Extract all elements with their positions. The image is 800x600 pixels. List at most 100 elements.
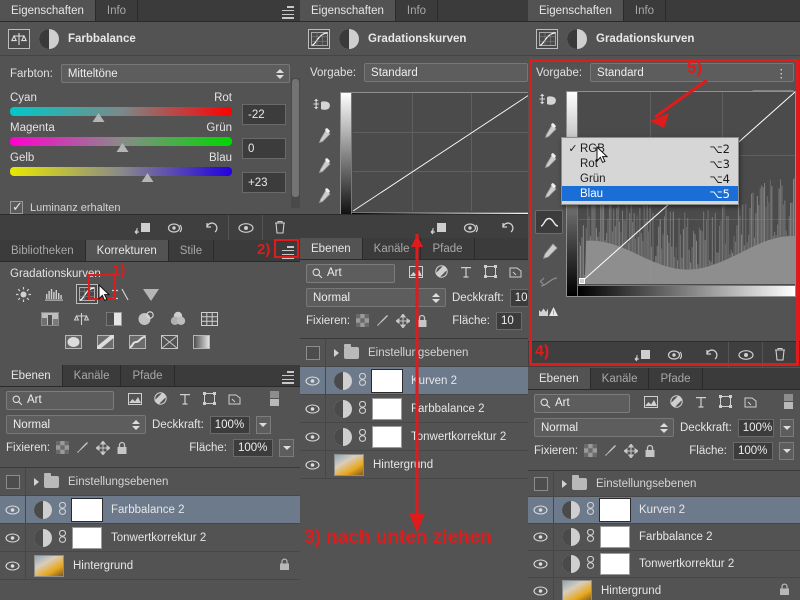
lock-paint-icon[interactable] bbox=[75, 441, 90, 454]
table-row[interactable]: Farbbalance 2 bbox=[0, 496, 300, 524]
fill-value[interactable]: 100% bbox=[233, 438, 273, 457]
channel-mixer-icon[interactable] bbox=[168, 310, 187, 327]
lock-paint-icon[interactable] bbox=[375, 314, 390, 327]
lock-transparency-icon[interactable] bbox=[584, 444, 598, 457]
clip-to-layer-icon[interactable] bbox=[126, 215, 160, 241]
preset-select[interactable]: Standard bbox=[364, 63, 528, 82]
white-point-eyedropper-icon[interactable] bbox=[535, 180, 563, 204]
cyan-red-value[interactable]: -22 bbox=[242, 104, 286, 125]
adjustment-thumb-icon[interactable] bbox=[34, 500, 52, 519]
lock-position-icon[interactable] bbox=[624, 443, 639, 458]
layer-group-row[interactable]: Einstellungsebenen bbox=[0, 468, 300, 496]
tab-kanaele[interactable]: Kanäle bbox=[591, 368, 650, 389]
toggle-visibility-icon[interactable] bbox=[728, 341, 762, 368]
adjustment-thumb-icon[interactable] bbox=[334, 399, 352, 418]
gradient-map-icon[interactable] bbox=[160, 333, 179, 350]
table-row[interactable]: Farbbalance 2 bbox=[300, 395, 528, 423]
brightness-contrast-icon[interactable] bbox=[14, 286, 33, 303]
layer-mask-thumbnail[interactable] bbox=[371, 368, 403, 393]
tab-info[interactable]: Info bbox=[96, 0, 139, 21]
blend-mode-select[interactable]: Normal bbox=[534, 418, 674, 437]
eye-icon[interactable] bbox=[300, 367, 326, 394]
threshold-icon[interactable] bbox=[128, 333, 147, 350]
menu-item-blau[interactable]: Blau ⌥5 bbox=[562, 186, 738, 201]
lock-transparency-icon[interactable] bbox=[56, 441, 70, 454]
link-icon[interactable] bbox=[58, 501, 67, 518]
tab-kanaele[interactable]: Kanäle bbox=[63, 365, 122, 386]
cyan-red-slider[interactable] bbox=[10, 107, 232, 122]
black-point-eyedropper-icon[interactable] bbox=[535, 120, 563, 144]
vibrance-icon[interactable] bbox=[141, 286, 160, 303]
eye-icon[interactable] bbox=[0, 552, 26, 579]
layer-group-row[interactable]: Einstellungsebenen bbox=[300, 339, 528, 367]
tab-eigenschaften[interactable]: Eigenschaften bbox=[528, 0, 624, 21]
menu-item-rot[interactable]: Rot ⌥3 bbox=[562, 156, 738, 171]
smartobject-filter-icon[interactable] bbox=[509, 265, 522, 281]
curve-anchor-point[interactable] bbox=[579, 278, 585, 284]
reset-icon[interactable] bbox=[694, 342, 728, 368]
white-point-eyedropper-icon[interactable] bbox=[309, 185, 337, 209]
adjustment-thumb-icon[interactable] bbox=[334, 371, 352, 390]
layer-mask-thumbnail[interactable] bbox=[71, 497, 103, 522]
posterize-icon[interactable] bbox=[96, 333, 115, 350]
eye-icon[interactable] bbox=[300, 423, 326, 450]
chevron-right-icon[interactable] bbox=[562, 479, 567, 488]
layer-mask-thumbnail[interactable] bbox=[600, 553, 630, 575]
on-image-adjust-icon[interactable] bbox=[535, 90, 563, 114]
type-filter-icon[interactable] bbox=[460, 266, 472, 281]
panel-menu-icon[interactable] bbox=[280, 4, 296, 19]
reset-icon[interactable] bbox=[490, 215, 524, 241]
curves-icon[interactable] bbox=[76, 284, 98, 304]
layer-mask-thumbnail[interactable] bbox=[599, 498, 631, 522]
clip-to-layer-icon[interactable] bbox=[626, 342, 660, 368]
black-white-icon[interactable] bbox=[104, 310, 123, 327]
adjustment-thumb-icon[interactable] bbox=[34, 528, 52, 547]
delete-icon[interactable] bbox=[262, 214, 296, 241]
background-thumbnail[interactable] bbox=[562, 580, 592, 600]
selective-color-icon[interactable] bbox=[192, 333, 211, 350]
opacity-dropdown-icon[interactable] bbox=[780, 418, 794, 437]
menu-item-rgb[interactable]: ✓ RGB ⌥2 bbox=[562, 141, 738, 156]
color-balance-icon[interactable] bbox=[72, 310, 91, 327]
tab-eigenschaften[interactable]: Eigenschaften bbox=[300, 0, 396, 21]
lock-transparency-icon[interactable] bbox=[356, 314, 370, 327]
eye-icon[interactable] bbox=[528, 497, 554, 523]
eye-icon[interactable] bbox=[528, 578, 554, 600]
table-row[interactable]: Farbbalance 2 bbox=[528, 524, 800, 551]
slider-knob[interactable] bbox=[92, 113, 105, 123]
invert-icon[interactable] bbox=[64, 333, 83, 350]
curve-point-tool-icon[interactable] bbox=[535, 210, 563, 234]
tab-info[interactable]: Info bbox=[396, 0, 439, 21]
black-point-eyedropper-icon[interactable] bbox=[309, 125, 337, 149]
table-row[interactable]: Hintergrund bbox=[0, 552, 300, 580]
filter-type-select[interactable]: Art bbox=[534, 393, 630, 413]
fill-value[interactable]: 100% bbox=[733, 441, 773, 460]
table-row[interactable]: Hintergrund bbox=[528, 578, 800, 600]
filter-toggle-icon[interactable] bbox=[269, 390, 280, 410]
tab-pfade[interactable]: Pfade bbox=[121, 365, 175, 386]
link-icon[interactable] bbox=[358, 428, 367, 445]
fill-value[interactable]: 10 bbox=[496, 311, 522, 330]
adjustment-thumb-icon[interactable] bbox=[562, 528, 580, 546]
pixel-filter-icon[interactable] bbox=[409, 265, 423, 281]
tab-pfade[interactable]: Pfade bbox=[649, 368, 703, 389]
reset-icon[interactable] bbox=[194, 215, 228, 241]
layer-mask-thumbnail[interactable] bbox=[600, 526, 630, 548]
magenta-green-slider[interactable] bbox=[10, 137, 232, 152]
on-image-adjust-icon[interactable] bbox=[309, 95, 337, 119]
shape-filter-icon[interactable] bbox=[719, 395, 732, 411]
filter-type-select[interactable]: Art bbox=[6, 390, 114, 410]
delete-icon[interactable] bbox=[762, 341, 796, 368]
toggle-visibility-icon[interactable] bbox=[228, 214, 262, 241]
levels-icon[interactable] bbox=[45, 286, 64, 303]
shape-filter-icon[interactable] bbox=[203, 392, 216, 408]
layers-panel-menu-icon[interactable] bbox=[280, 369, 296, 384]
pencil-tool-icon[interactable] bbox=[535, 240, 563, 264]
adjustment-thumb-icon[interactable] bbox=[562, 555, 580, 573]
type-filter-icon[interactable] bbox=[179, 393, 191, 408]
layer-group-row[interactable]: Einstellungsebenen bbox=[528, 471, 800, 497]
pixel-filter-icon[interactable] bbox=[644, 395, 658, 411]
scrollbar-thumb[interactable] bbox=[292, 79, 299, 197]
fill-dropdown-icon[interactable] bbox=[779, 441, 794, 460]
type-filter-icon[interactable] bbox=[695, 396, 707, 411]
